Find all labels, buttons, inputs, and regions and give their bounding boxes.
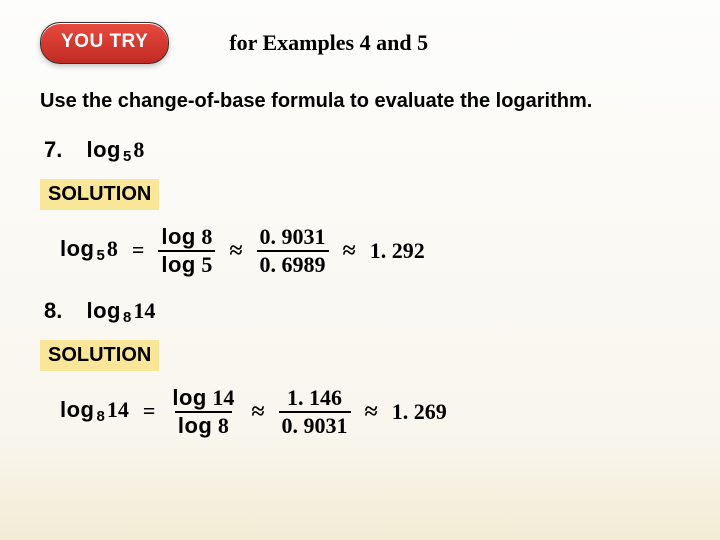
header: YOU TRY for Examples 4 and 5 <box>40 22 680 64</box>
work7-frac1: log 8 log 5 <box>158 226 215 276</box>
work8-frac1-bot: log 8 <box>175 411 232 437</box>
work8-lhs-arg: 14 <box>107 397 129 422</box>
work7-frac1-top-arg: 8 <box>201 224 212 249</box>
work7-approx1: ≈ <box>229 239 242 263</box>
work8-frac1-bot-log: log <box>178 413 213 438</box>
work8-frac1-bot-arg: 8 <box>218 413 229 438</box>
instruction-text: Use the change-of-base formula to evalua… <box>40 88 680 115</box>
work7-lhs-base: 5 <box>95 247 107 264</box>
work7-frac1-top-log: log <box>161 224 196 249</box>
work8-frac1-top-log: log <box>172 385 207 410</box>
problem-7: 7. log58 <box>44 137 680 165</box>
work7-approx2: ≈ <box>343 239 356 263</box>
work7-result: 1. 292 <box>370 240 425 262</box>
work8-approx1: ≈ <box>251 400 264 424</box>
you-try-badge: YOU TRY <box>40 22 169 64</box>
work7-lhs: log58 <box>60 238 118 264</box>
work8-frac1-top: log 14 <box>169 387 237 411</box>
work7-frac1-bot: log 5 <box>158 250 215 276</box>
work7-frac1-bot-arg: 5 <box>201 252 212 277</box>
work7-lhs-log: log <box>60 236 95 261</box>
work8-frac2: 1. 146 0. 9031 <box>279 387 351 437</box>
solution-work-7: log58 = log 8 log 5 ≈ 0. 9031 0. 6989 ≈ … <box>60 226 680 276</box>
work7-frac2-top: 0. 9031 <box>257 226 329 250</box>
problem-8-base: 8 <box>121 309 133 326</box>
work8-lhs-base: 8 <box>95 408 107 425</box>
problem-8: 8. log814 <box>44 298 680 326</box>
work8-frac2-top: 1. 146 <box>284 387 345 411</box>
work7-frac2: 0. 9031 0. 6989 <box>257 226 329 276</box>
work7-equals: = <box>132 239 145 261</box>
solution-label-7: SOLUTION <box>40 179 159 210</box>
problem-7-base: 5 <box>121 148 133 165</box>
work8-frac1-top-arg: 14 <box>212 385 234 410</box>
work7-frac1-top: log 8 <box>158 226 215 250</box>
problem-8-arg: 14 <box>133 298 155 323</box>
work8-lhs-log: log <box>60 397 95 422</box>
work8-equals: = <box>143 400 156 422</box>
work8-frac2-bot: 0. 9031 <box>279 411 351 437</box>
work8-result: 1. 269 <box>392 401 447 423</box>
problem-8-log: log <box>86 298 121 323</box>
solution-label-8: SOLUTION <box>40 340 159 371</box>
work8-lhs: log814 <box>60 399 129 425</box>
solution-work-8: log814 = log 14 log 8 ≈ 1. 146 0. 9031 ≈… <box>60 387 680 437</box>
problem-8-number: 8. <box>44 298 62 323</box>
work7-frac2-bot: 0. 6989 <box>257 250 329 276</box>
problem-7-log: log <box>86 137 121 162</box>
work7-lhs-arg: 8 <box>107 236 118 261</box>
work7-frac1-bot-log: log <box>161 252 196 277</box>
problem-7-arg: 8 <box>133 137 144 162</box>
header-subtitle: for Examples 4 and 5 <box>229 30 428 56</box>
work8-frac1: log 14 log 8 <box>169 387 237 437</box>
problem-7-number: 7. <box>44 137 62 162</box>
work8-approx2: ≈ <box>365 400 378 424</box>
